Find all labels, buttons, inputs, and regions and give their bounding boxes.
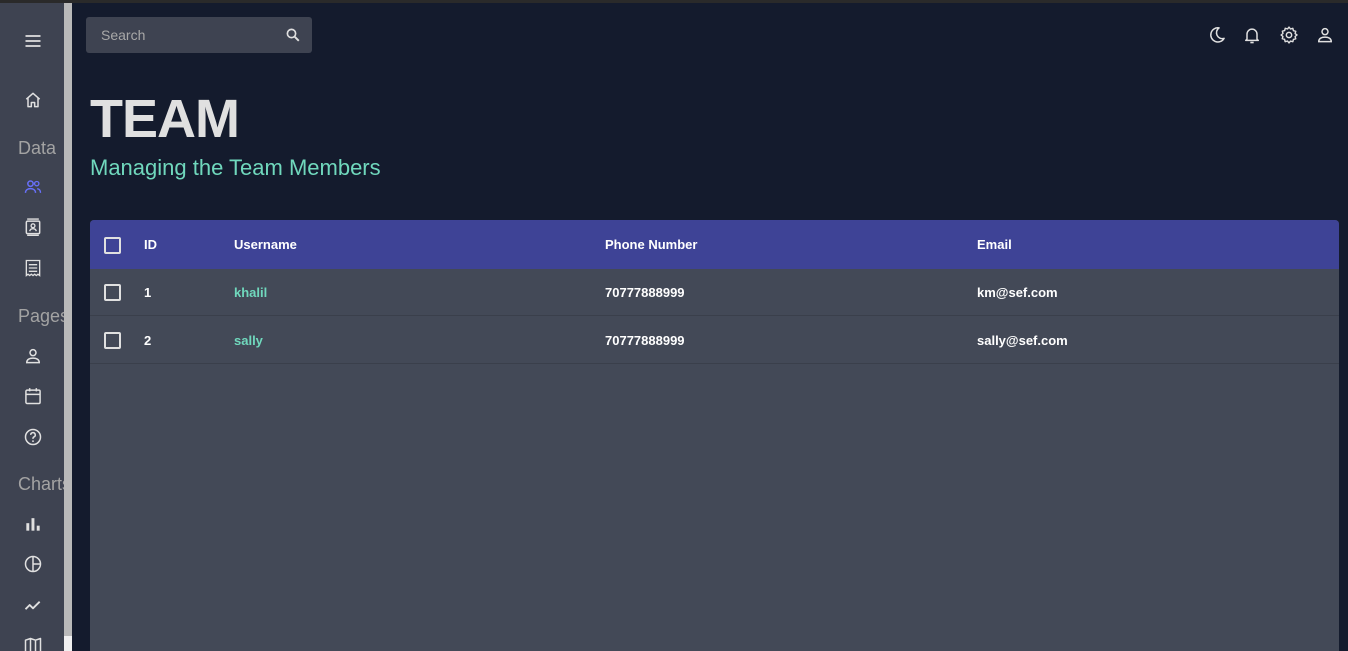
- sidebar: Data Pages Charts: [0, 3, 64, 651]
- window-top-border: [0, 0, 1348, 3]
- dark-mode-icon[interactable]: [1206, 24, 1228, 46]
- sidebar-section-charts: Charts: [18, 474, 64, 494]
- select-all-checkbox[interactable]: [104, 236, 121, 254]
- team-icon[interactable]: [22, 176, 44, 198]
- page-subtitle: Managing the Team Members: [90, 155, 381, 180]
- menu-icon[interactable]: [22, 30, 44, 52]
- settings-icon[interactable]: [1278, 24, 1300, 46]
- line-chart-icon[interactable]: [22, 594, 44, 616]
- sidebar-scrollbar[interactable]: [64, 3, 72, 651]
- page-title: TEAM: [90, 89, 240, 149]
- calendar-icon[interactable]: [22, 385, 44, 407]
- column-header-email[interactable]: Email: [977, 220, 1012, 269]
- search-icon[interactable]: [282, 24, 304, 46]
- cell-email: km@sef.com: [977, 284, 1058, 300]
- cell-phone: 70777888999: [605, 332, 685, 348]
- row-checkbox[interactable]: [104, 332, 121, 349]
- column-header-id[interactable]: ID: [144, 220, 157, 269]
- team-data-grid: ID Username Phone Number Email 1 khalil …: [90, 220, 1339, 651]
- cell-username: khalil: [234, 284, 268, 300]
- cell-phone: 70777888999: [605, 284, 685, 300]
- column-header-username[interactable]: Username: [234, 220, 297, 269]
- cell-username: sally: [234, 332, 263, 348]
- sidebar-section-pages: Pages: [18, 306, 64, 326]
- cell-id: 2: [144, 332, 152, 348]
- profile-form-icon[interactable]: [22, 345, 44, 367]
- invoices-icon[interactable]: [22, 257, 44, 279]
- pie-chart-icon[interactable]: [22, 553, 44, 575]
- notifications-icon[interactable]: [1241, 24, 1263, 46]
- column-header-phone[interactable]: Phone Number: [605, 220, 697, 269]
- search-box: [86, 17, 312, 53]
- scrollbar-track: [64, 636, 72, 651]
- row-checkbox[interactable]: [104, 284, 121, 301]
- table-header: ID Username Phone Number Email: [90, 220, 1339, 269]
- cell-email: sally@sef.com: [977, 332, 1068, 348]
- cell-id: 1: [144, 284, 152, 300]
- user-icon[interactable]: [1314, 24, 1336, 46]
- search-input[interactable]: [86, 17, 276, 53]
- table-row[interactable]: 2 sally 70777888999 sally@sef.com: [90, 317, 1339, 364]
- contacts-icon[interactable]: [22, 216, 44, 238]
- sidebar-section-data: Data: [18, 138, 57, 158]
- home-icon[interactable]: [22, 89, 44, 111]
- faq-icon[interactable]: [22, 426, 44, 448]
- bar-chart-icon[interactable]: [22, 513, 44, 535]
- table-row[interactable]: 1 khalil 70777888999 km@sef.com: [90, 269, 1339, 316]
- geography-icon[interactable]: [22, 635, 44, 651]
